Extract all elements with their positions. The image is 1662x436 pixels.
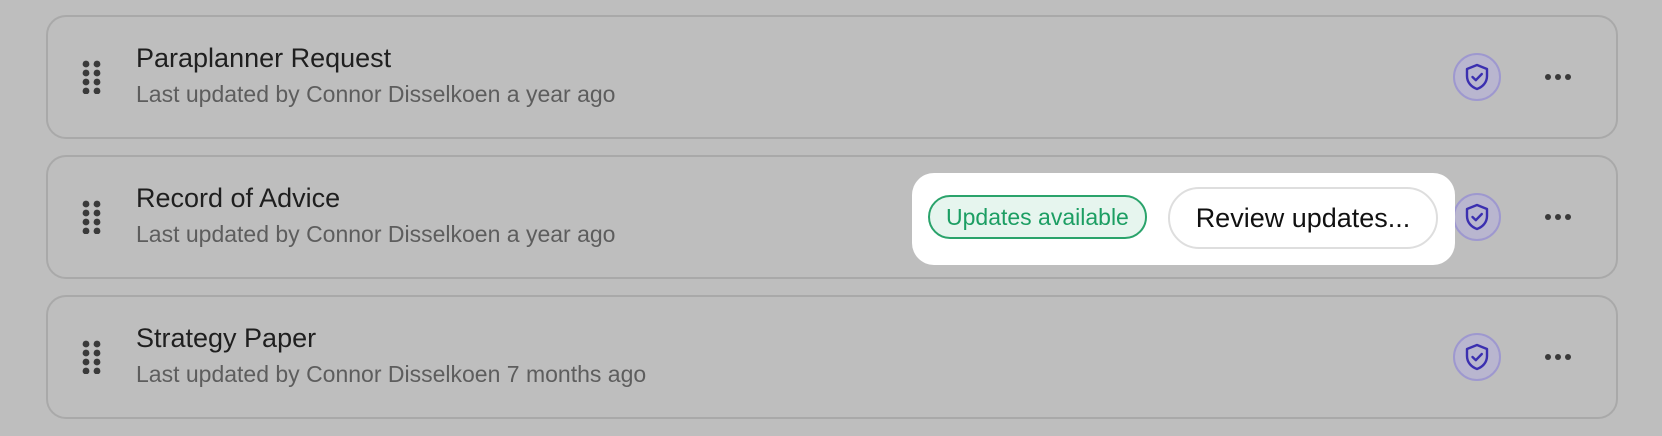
document-card-paraplanner-request[interactable]: Paraplanner Request Last updated by Conn…: [46, 15, 1618, 139]
drag-handle-icon[interactable]: [82, 340, 102, 374]
document-last-updated: Last updated by Connor Disselkoen a year…: [136, 221, 616, 247]
more-options-button[interactable]: [1538, 205, 1578, 229]
drag-handle-icon[interactable]: [82, 200, 102, 234]
shield-check-icon: [1465, 343, 1489, 371]
more-options-button[interactable]: [1538, 345, 1578, 369]
more-horizontal-icon: [1545, 354, 1571, 360]
shield-check-button[interactable]: [1453, 333, 1501, 381]
shield-check-button[interactable]: [1453, 53, 1501, 101]
document-last-updated: Last updated by Connor Disselkoen 7 mont…: [136, 361, 647, 387]
shield-check-button[interactable]: [1453, 193, 1501, 241]
document-title: Paraplanner Request: [136, 43, 392, 73]
updates-available-badge: Updates available: [928, 195, 1147, 239]
document-card-strategy-paper[interactable]: Strategy Paper Last updated by Connor Di…: [46, 295, 1618, 419]
document-title: Record of Advice: [136, 183, 341, 213]
shield-check-icon: [1465, 63, 1489, 91]
more-options-button[interactable]: [1538, 65, 1578, 89]
document-title: Strategy Paper: [136, 323, 317, 353]
shield-check-icon: [1465, 203, 1489, 231]
more-horizontal-icon: [1545, 214, 1571, 220]
more-horizontal-icon: [1545, 74, 1571, 80]
drag-handle-icon[interactable]: [82, 60, 102, 94]
review-updates-button[interactable]: Review updates...: [1168, 187, 1438, 249]
document-last-updated: Last updated by Connor Disselkoen a year…: [136, 81, 616, 107]
updates-popover: Updates available Review updates...: [912, 173, 1455, 265]
